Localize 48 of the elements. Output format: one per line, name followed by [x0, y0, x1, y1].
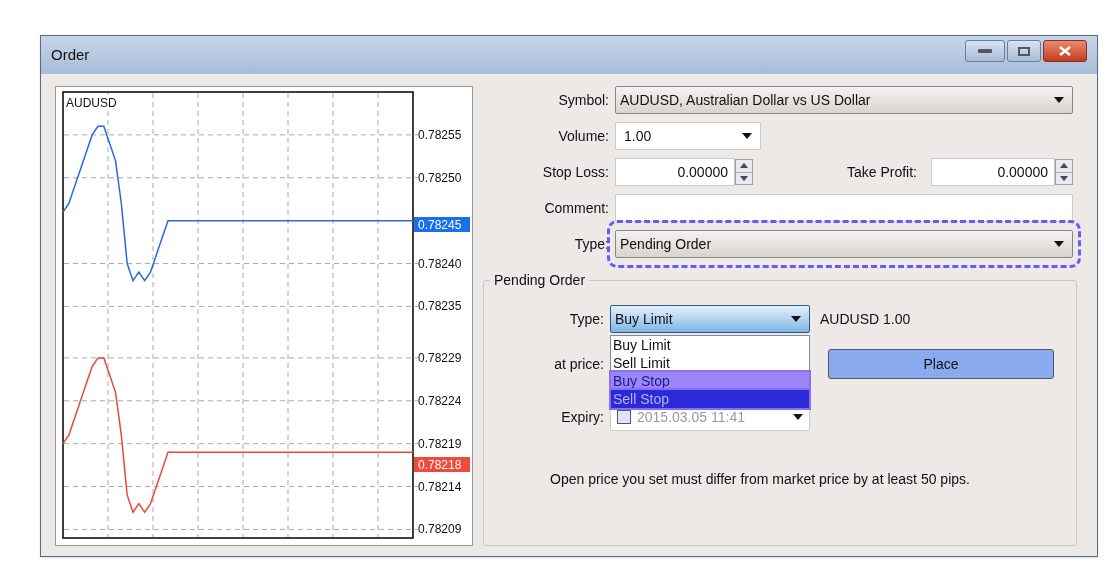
- dropdown-option[interactable]: Sell Stop: [611, 390, 809, 408]
- caret-icon: [793, 414, 803, 420]
- field-label: Take Profit:: [846, 162, 917, 182]
- take-profit-field[interactable]: 0.00000: [931, 158, 1055, 186]
- pip-distance-note: Open price you set must differ from market price by at least 50 pips.: [550, 470, 971, 489]
- ask-price-tag: 0.78245: [414, 217, 470, 232]
- pending-type-dropdown[interactable]: Buy Limit: [610, 305, 810, 333]
- bid-price-tag: 0.78218: [414, 457, 470, 472]
- close-button[interactable]: [1043, 40, 1087, 62]
- price-label: 0.78229: [418, 350, 462, 365]
- dropdown-option[interactable]: Sell Limit: [611, 354, 809, 372]
- symbol-dropdown[interactable]: AUDUSD, Australian Dollar vs US Dollar: [615, 86, 1073, 114]
- order-type-dropdown[interactable]: Pending Order: [615, 230, 1073, 258]
- field-label: Stop Loss:: [541, 162, 609, 182]
- expiry-checkbox[interactable]: [617, 410, 631, 424]
- stop-loss-field[interactable]: 0.00000: [615, 158, 735, 186]
- window-title: Order: [51, 44, 90, 65]
- price-label: 0.78235: [418, 299, 462, 314]
- field-label: Type:: [573, 234, 609, 254]
- spin-buttons[interactable]: [735, 159, 753, 185]
- price-label: 0.78224: [418, 393, 462, 408]
- field-label: Comment:: [543, 198, 609, 218]
- comment-field[interactable]: [615, 194, 1073, 222]
- close-icon: [1059, 46, 1071, 56]
- field-label: Expiry:: [560, 407, 604, 427]
- field-label: Type:: [568, 309, 604, 329]
- caret-icon: [742, 133, 752, 139]
- minimize-button[interactable]: [965, 40, 1005, 62]
- volume-dropdown[interactable]: 1.00: [615, 122, 761, 150]
- field-label: at price:: [553, 354, 604, 374]
- symbol-label: AUDUSD: [66, 96, 117, 110]
- price-label: 0.78250: [418, 170, 462, 185]
- price-label: 0.78209: [418, 522, 462, 537]
- field-label: Symbol:: [557, 90, 609, 110]
- caret-icon: [1054, 241, 1064, 247]
- field-label: Volume:: [557, 126, 609, 146]
- price-label: 0.78255: [418, 127, 462, 142]
- dropdown-option[interactable]: Buy Limit: [611, 336, 809, 354]
- expiry-value: 2015.03.05 11:41: [637, 407, 745, 427]
- caret-icon: [1054, 97, 1064, 103]
- price-label: 0.78240: [418, 256, 462, 271]
- place-button[interactable]: Place: [828, 349, 1054, 379]
- caret-icon: [791, 316, 801, 322]
- symbol-volume-text: AUDUSD 1.00: [820, 309, 911, 329]
- price-label: 0.78214: [418, 479, 462, 494]
- spin-buttons[interactable]: [1055, 159, 1073, 185]
- price-label: 0.78219: [418, 436, 462, 451]
- maximize-button[interactable]: [1007, 40, 1041, 62]
